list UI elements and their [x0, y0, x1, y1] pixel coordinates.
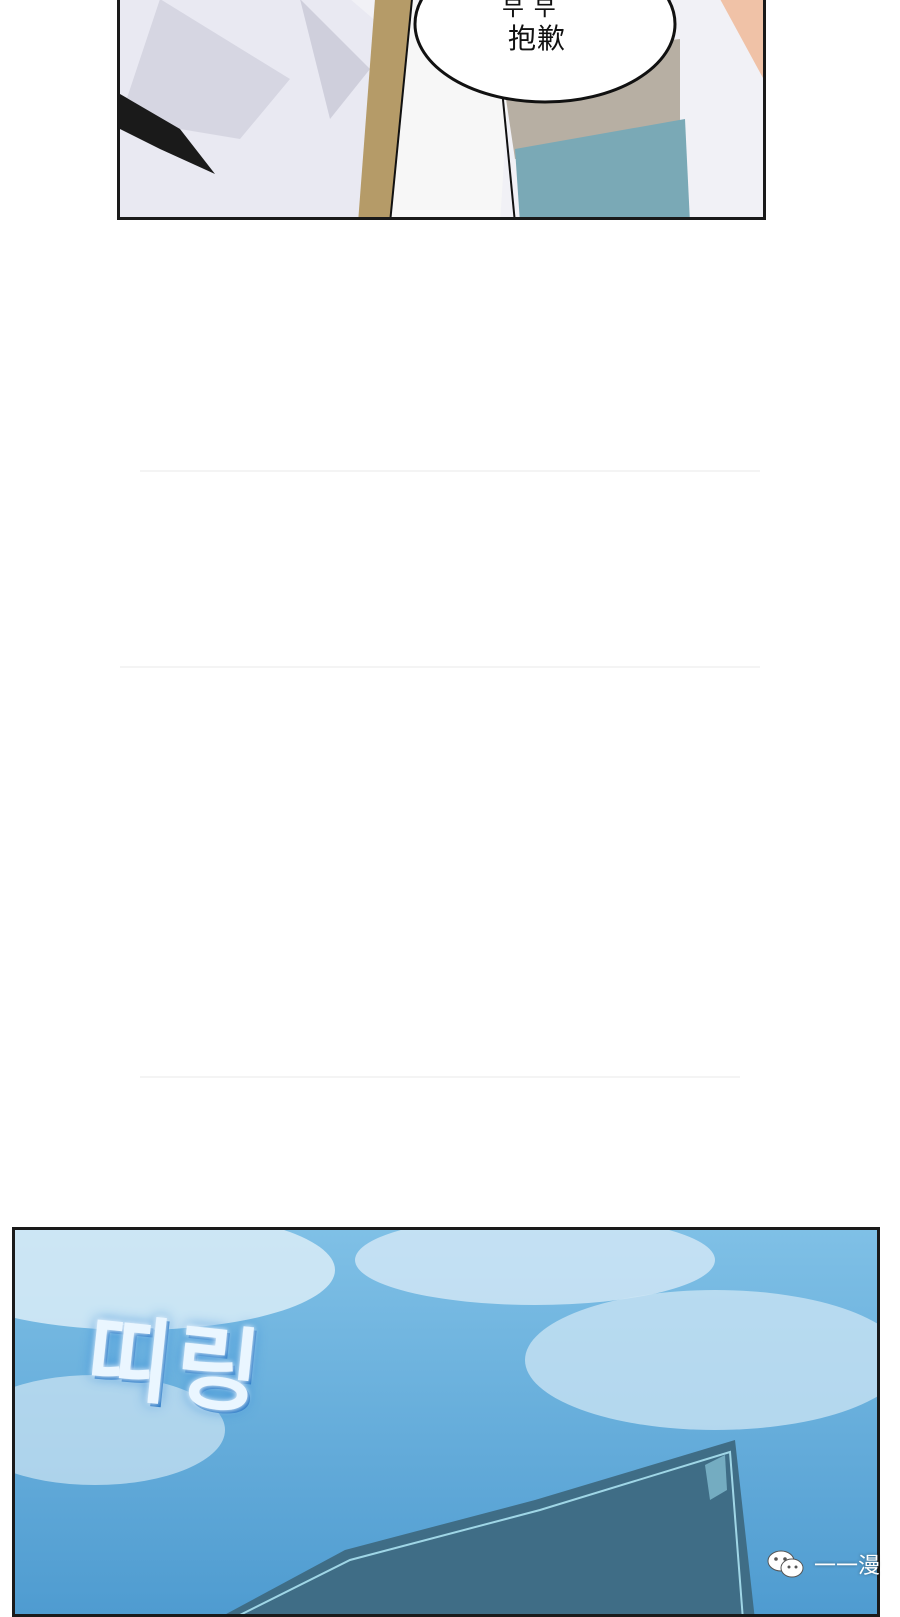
comic-panel-top: 부 부 抱歉 [117, 0, 766, 220]
faint-divider [140, 1076, 740, 1078]
wechat-icon [767, 1550, 804, 1578]
comic-panel-bottom [12, 1227, 880, 1617]
sound-effect-text: 띠링 [81, 1302, 270, 1428]
speech-text: 抱歉 [508, 22, 567, 55]
watermark-text: 一一漫 [813, 1554, 880, 1579]
watermark: 一一漫 [766, 1548, 880, 1580]
faint-divider [120, 666, 760, 668]
faint-divider [140, 470, 760, 472]
